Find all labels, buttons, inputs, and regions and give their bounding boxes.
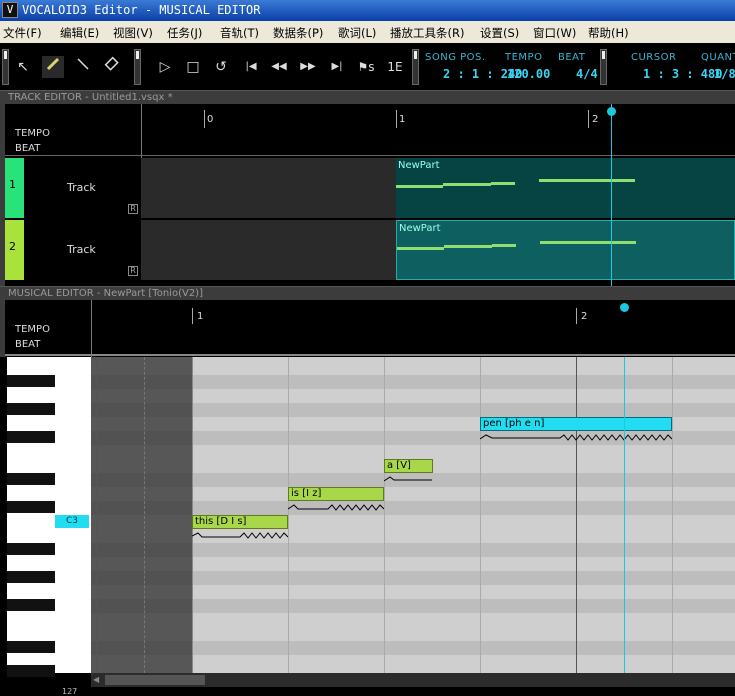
black-key[interactable]	[7, 665, 55, 677]
toolbar-grip-4[interactable]	[600, 49, 607, 85]
song-pos-label: SONG POS.	[425, 52, 486, 63]
toolbar: ↖ ▷ □ ↺ |◀ ◀◀ ▶▶ ▶| ⚑s 1E SONG POS. 2 : …	[0, 43, 735, 90]
record-toggle[interactable]: R	[128, 266, 138, 276]
menu-help[interactable]: 帮助(H)	[588, 25, 629, 41]
track-ruler-1: 1	[399, 114, 406, 125]
parameter-area: 127	[0, 687, 735, 696]
eraser-tool-icon[interactable]	[101, 56, 123, 78]
track-beat-label: BEAT	[15, 143, 41, 154]
menu-lyrics[interactable]: 歌词(L)	[338, 25, 376, 41]
play-icon[interactable]: ▷	[154, 56, 176, 78]
line-tool-icon[interactable]	[72, 56, 94, 78]
part-name: NewPart	[399, 223, 441, 234]
menu-job[interactable]: 任务(J)	[167, 25, 202, 41]
horizontal-scrollbar[interactable]: ◀	[91, 673, 735, 687]
cursor-label: CURSOR	[631, 52, 677, 63]
note-a[interactable]: a [V]	[384, 459, 433, 473]
track-editor-panel: TEMPO BEAT 0 1 2 1 Track R NewPart 2 Tra…	[0, 104, 735, 286]
arrow-tool-icon[interactable]: ↖	[12, 56, 34, 78]
black-key[interactable]	[7, 543, 55, 555]
piano-roll-grid[interactable]: this [D I s] is [I z] a [V] pen [ph e n]	[91, 357, 735, 673]
menu-track[interactable]: 音轨(T)	[220, 25, 259, 41]
go-end-icon[interactable]: ▶|	[326, 56, 348, 78]
track-ruler-0: 0	[207, 114, 214, 125]
track-ruler-2: 2	[592, 114, 599, 125]
black-key[interactable]	[7, 473, 55, 485]
track-name[interactable]: Track	[67, 243, 96, 256]
window-title: VOCALOID3 Editor - MUSICAL EDITOR	[22, 3, 261, 17]
menu-parameter[interactable]: 数据条(P)	[273, 25, 323, 41]
vibrato-curve[interactable]	[288, 502, 384, 512]
musical-ruler-2: 2	[581, 311, 588, 322]
track-part-selected[interactable]: NewPart	[396, 220, 735, 280]
cursor-value: 1 : 3 : 480	[643, 67, 723, 81]
vibrato-curve[interactable]	[480, 432, 672, 442]
menu-transport[interactable]: 播放工具条(R)	[390, 25, 464, 41]
track-row-2[interactable]: 2 Track R NewPart	[5, 220, 735, 280]
window-titlebar: V VOCALOID3 Editor - MUSICAL EDITOR	[0, 0, 735, 21]
track-row-1[interactable]: 1 Track R NewPart	[5, 158, 735, 218]
musical-cursor-handle-icon[interactable]	[620, 303, 629, 312]
scroll-left-icon[interactable]: ◀	[93, 675, 103, 685]
toolbar-grip[interactable]	[2, 49, 9, 85]
current-key-label: C3	[55, 515, 89, 528]
black-key[interactable]	[7, 599, 55, 611]
go-start-icon[interactable]: |◀	[240, 56, 262, 78]
musical-tempo-label: TEMPO	[15, 324, 50, 335]
parameter-max-value: 127	[62, 687, 78, 696]
musical-editor-header: MUSICAL EDITOR - NewPart [Tonio(V2)]	[0, 286, 735, 300]
menu-edit[interactable]: 编辑(E)	[60, 25, 99, 41]
vibrato-curve[interactable]	[192, 530, 288, 540]
menu-bar: 文件(F) 编辑(E) 视图(V) 任务(J) 音轨(T) 数据条(P) 歌词(…	[0, 21, 735, 43]
vibrato-curve[interactable]	[384, 474, 433, 484]
part-name: NewPart	[398, 160, 440, 171]
scrollbar-thumb[interactable]	[105, 675, 205, 685]
pencil-tool-icon[interactable]	[42, 56, 64, 78]
quant-value: 1/8	[714, 67, 735, 81]
black-key[interactable]	[7, 571, 55, 583]
fast-forward-icon[interactable]: ▶▶	[297, 56, 319, 78]
musical-playback-cursor[interactable]	[624, 357, 625, 673]
track-editor-header: TRACK EDITOR - Untitled1.vsqx *	[0, 90, 735, 104]
toolbar-grip-3[interactable]	[412, 49, 419, 85]
pre-measure-region	[91, 357, 192, 673]
toolbar-grip-2[interactable]	[134, 49, 141, 85]
menu-window[interactable]: 窗口(W)	[533, 25, 576, 41]
note-this[interactable]: this [D I s]	[192, 515, 288, 529]
rewind-icon[interactable]: ◀◀	[268, 56, 290, 78]
start-marker-icon[interactable]: ⚑s	[355, 56, 377, 78]
loop-icon[interactable]: ↺	[210, 56, 232, 78]
tempo-value: 120.00	[507, 67, 551, 81]
beat-label: BEAT	[558, 52, 586, 63]
black-key[interactable]	[7, 501, 55, 513]
note-is[interactable]: is [I z]	[288, 487, 384, 501]
black-key[interactable]	[7, 641, 55, 653]
beat-value: 4/4	[576, 67, 598, 81]
app-logo: V	[2, 2, 18, 18]
record-toggle[interactable]: R	[128, 204, 138, 214]
black-key[interactable]	[7, 375, 55, 387]
black-key[interactable]	[7, 403, 55, 415]
track-number: 2	[5, 220, 24, 280]
playback-cursor[interactable]	[611, 104, 612, 286]
tempo-label: TEMPO	[505, 52, 543, 63]
menu-settings[interactable]: 设置(S)	[480, 25, 519, 41]
piano-keyboard[interactable]: C3	[7, 357, 91, 677]
track-number: 1	[5, 158, 24, 218]
musical-beat-label: BEAT	[15, 339, 41, 350]
stop-icon[interactable]: □	[182, 56, 204, 78]
track-tempo-label: TEMPO	[15, 128, 50, 139]
note-pen-selected[interactable]: pen [ph e n]	[480, 417, 672, 431]
musical-ruler-1: 1	[197, 311, 204, 322]
black-key[interactable]	[7, 431, 55, 443]
menu-file[interactable]: 文件(F)	[3, 25, 42, 41]
menu-view[interactable]: 视图(V)	[113, 25, 153, 41]
quant-label: QUANT	[701, 52, 735, 63]
cursor-handle-icon[interactable]	[607, 107, 616, 116]
track-name[interactable]: Track	[67, 181, 96, 194]
end-marker-icon[interactable]: 1E	[384, 56, 406, 78]
track-part[interactable]: NewPart	[396, 158, 735, 218]
